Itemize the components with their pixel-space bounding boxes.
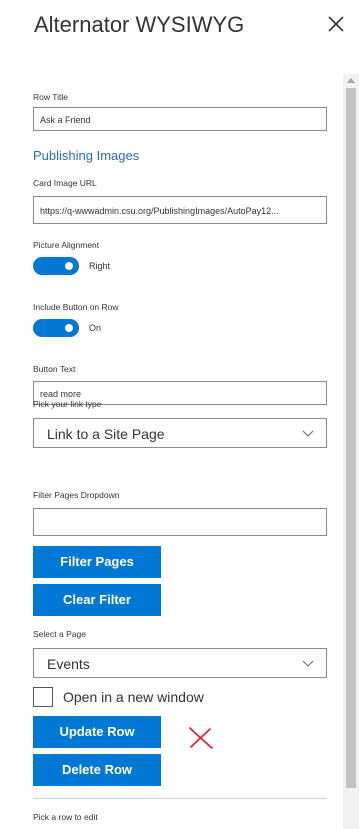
update-row-button[interactable]: Update Row [33, 716, 161, 748]
link-type-label: Pick your link type [33, 399, 102, 409]
delete-row-button[interactable]: Delete Row [33, 754, 161, 786]
panel-title: Alternator WYSIWYG [34, 12, 245, 36]
close-icon[interactable] [326, 14, 346, 34]
picture-alignment-label: Picture Alignment [33, 240, 100, 250]
scrollbar[interactable] [343, 74, 359, 829]
include-button-state: On [89, 323, 102, 333]
link-type-selected: Link to a Site Page [47, 426, 165, 442]
toggle-knob [65, 324, 73, 332]
open-new-window-label: Open in a new window [63, 689, 204, 705]
select-page-dropdown[interactable]: Events [33, 648, 327, 678]
chevron-down-icon [302, 660, 314, 667]
row-title-label: Row Title [33, 92, 68, 102]
card-image-url-label: Card Image URL [33, 178, 97, 188]
select-page-selected: Events [47, 656, 90, 672]
include-button-label: Include Button on Row [33, 302, 119, 312]
publishing-images-link[interactable]: Publishing Images [33, 148, 139, 163]
picture-alignment-toggle[interactable] [33, 257, 79, 275]
chevron-down-icon [302, 430, 314, 437]
filter-pages-input[interactable] [33, 508, 327, 536]
filter-pages-label: Filter Pages Dropdown [33, 490, 120, 500]
open-new-window-checkbox[interactable] [33, 687, 53, 707]
card-image-url-input[interactable]: https://q-wwwadmin.csu.org/PublishingIma… [33, 196, 327, 224]
divider [33, 798, 327, 799]
row-title-input[interactable]: Ask a Friend [33, 107, 327, 131]
link-type-dropdown[interactable]: Link to a Site Page [33, 418, 327, 448]
scroll-thumb[interactable] [346, 88, 356, 788]
filter-pages-button[interactable]: Filter Pages [33, 546, 161, 578]
picture-alignment-state: Right [89, 261, 111, 271]
clear-filter-button[interactable]: Clear Filter [33, 584, 161, 616]
button-text-label: Button Text [33, 364, 76, 374]
select-page-label: Select a Page [33, 629, 86, 639]
include-button-toggle[interactable] [33, 319, 79, 337]
red-x-mark [189, 727, 213, 749]
toggle-knob [65, 262, 73, 270]
panel-header: Alternator WYSIWYG [0, 0, 359, 36]
pick-row-label: Pick a row to edit [33, 812, 98, 822]
scroll-up-arrow-icon[interactable] [347, 78, 355, 83]
